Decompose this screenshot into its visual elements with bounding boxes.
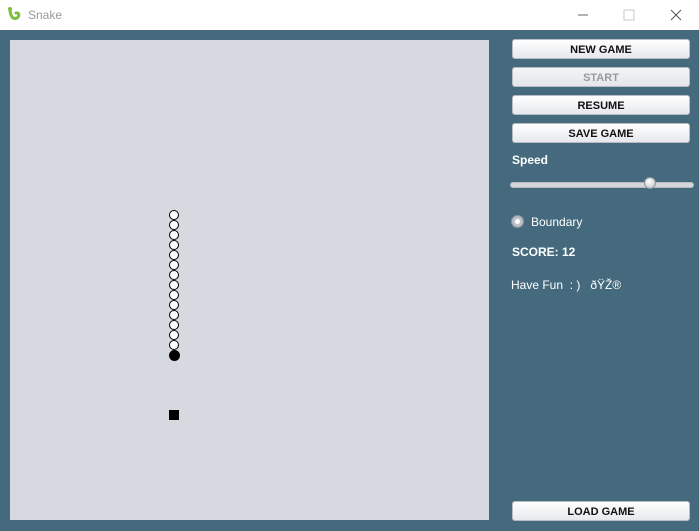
game-board[interactable]: [10, 40, 489, 520]
maximize-button[interactable]: [606, 0, 652, 30]
food-pellet: [169, 410, 179, 420]
snake-body-segment: [169, 250, 179, 260]
snake-body-segment: [169, 310, 179, 320]
speed-label: Speed: [512, 153, 549, 167]
save-game-button[interactable]: SAVE GAME: [512, 123, 690, 143]
snake-body-segment: [169, 240, 179, 250]
score-display: SCORE: 12: [512, 245, 576, 259]
snake-body-segment: [169, 230, 179, 240]
snake-body-segment: [169, 260, 179, 270]
start-button[interactable]: START: [512, 67, 690, 87]
snake-body-segment: [169, 280, 179, 290]
minimize-icon: [578, 14, 588, 16]
minimize-button[interactable]: [560, 0, 606, 30]
snake-window: Snake NEW GAME START RESUME SAVE GAME Sp…: [0, 0, 699, 531]
snake-body-segment: [169, 330, 179, 340]
snake-icon: [8, 7, 21, 20]
new-game-button[interactable]: NEW GAME: [512, 39, 690, 59]
snake-head: [169, 350, 180, 361]
close-button[interactable]: [653, 0, 699, 30]
title-bar: Snake: [0, 0, 699, 30]
snake-body-segment: [169, 340, 179, 350]
snake-body-segment: [169, 290, 179, 300]
boundary-radio[interactable]: [511, 215, 524, 228]
snake-body-segment: [169, 210, 179, 220]
snake-body-segment: [169, 300, 179, 310]
snake-body-segment: [169, 220, 179, 230]
boundary-label: Boundary: [531, 215, 583, 229]
snake-body-segment: [169, 270, 179, 280]
snake-body-segment: [169, 320, 179, 330]
window-title: Snake: [28, 8, 63, 22]
speed-slider-thumb[interactable]: [644, 177, 656, 189]
resume-button[interactable]: RESUME: [512, 95, 690, 115]
close-icon: [670, 9, 682, 21]
maximize-icon: [623, 9, 635, 21]
load-game-button[interactable]: LOAD GAME: [512, 501, 690, 521]
speed-slider-track[interactable]: [510, 182, 694, 188]
fun-message: Have Fun : ) ðŸŽ®: [511, 278, 622, 292]
